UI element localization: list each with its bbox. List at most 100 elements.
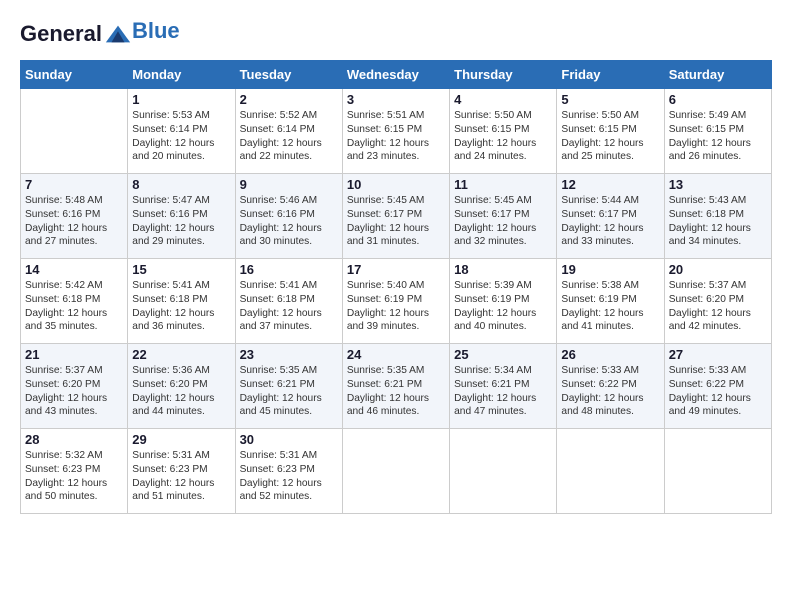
day-header-tuesday: Tuesday xyxy=(235,61,342,89)
calendar-cell: 7 Sunrise: 5:48 AM Sunset: 6:16 PM Daylig… xyxy=(21,174,128,259)
day-info: Sunrise: 5:51 AM Sunset: 6:15 PM Dayligh… xyxy=(347,109,445,164)
day-number: 14 xyxy=(25,262,123,277)
day-number: 27 xyxy=(669,347,767,362)
calendar-cell: 16 Sunrise: 5:41 AM Sunset: 6:18 PM Dayli… xyxy=(235,259,342,344)
day-header-wednesday: Wednesday xyxy=(342,61,449,89)
day-number: 8 xyxy=(132,177,230,192)
logo-icon xyxy=(104,20,132,48)
page: General Blue SundayMondayTuesdayWednesda… xyxy=(0,0,792,612)
logo: General Blue xyxy=(20,20,180,48)
day-info: Sunrise: 5:37 AM Sunset: 6:20 PM Dayligh… xyxy=(25,364,123,419)
day-info: Sunrise: 5:53 AM Sunset: 6:14 PM Dayligh… xyxy=(132,109,230,164)
day-info: Sunrise: 5:36 AM Sunset: 6:20 PM Dayligh… xyxy=(132,364,230,419)
day-info: Sunrise: 5:35 AM Sunset: 6:21 PM Dayligh… xyxy=(347,364,445,419)
week-row-1: 1 Sunrise: 5:53 AM Sunset: 6:14 PM Daylig… xyxy=(21,89,772,174)
calendar-cell: 23Sunrise: 5:35 AM Sunset: 6:21 PM Dayli… xyxy=(235,344,342,429)
calendar-cell: 18 Sunrise: 5:39 AM Sunset: 6:19 PM Dayli… xyxy=(450,259,557,344)
day-info: Sunrise: 5:50 AM Sunset: 6:15 PM Dayligh… xyxy=(454,109,552,164)
day-number: 19 xyxy=(561,262,659,277)
day-info: Sunrise: 5:49 AM Sunset: 6:15 PM Dayligh… xyxy=(669,109,767,164)
day-info: Sunrise: 5:45 AM Sunset: 6:17 PM Dayligh… xyxy=(454,194,552,249)
day-info: Sunrise: 5:33 AM Sunset: 6:22 PM Dayligh… xyxy=(561,364,659,419)
day-info: Sunrise: 5:33 AM Sunset: 6:22 PM Dayligh… xyxy=(669,364,767,419)
day-number: 24 xyxy=(347,347,445,362)
day-number: 6 xyxy=(669,92,767,107)
calendar-cell: 15 Sunrise: 5:41 AM Sunset: 6:18 PM Dayli… xyxy=(128,259,235,344)
calendar-cell: 8 Sunrise: 5:47 AM Sunset: 6:16 PM Daylig… xyxy=(128,174,235,259)
day-number: 21 xyxy=(25,347,123,362)
day-number: 29 xyxy=(132,432,230,447)
calendar-cell: 27 Sunrise: 5:33 AM Sunset: 6:22 PM Dayli… xyxy=(664,344,771,429)
calendar-cell: 29 Sunrise: 5:31 AM Sunset: 6:23 PM Dayli… xyxy=(128,429,235,514)
week-row-3: 14 Sunrise: 5:42 AM Sunset: 6:18 PM Dayli… xyxy=(21,259,772,344)
day-info: Sunrise: 5:50 AM Sunset: 6:15 PM Dayligh… xyxy=(561,109,659,164)
day-number: 17 xyxy=(347,262,445,277)
day-info: Sunrise: 5:31 AM Sunset: 6:23 PM Dayligh… xyxy=(240,449,338,504)
day-number: 12 xyxy=(561,177,659,192)
day-number: 9 xyxy=(240,177,338,192)
day-info: Sunrise: 5:44 AM Sunset: 6:17 PM Dayligh… xyxy=(561,194,659,249)
day-number: 1 xyxy=(132,92,230,107)
calendar-cell: 20 Sunrise: 5:37 AM Sunset: 6:20 PM Dayli… xyxy=(664,259,771,344)
calendar-cell: 13Sunrise: 5:43 AM Sunset: 6:18 PM Dayli… xyxy=(664,174,771,259)
calendar-cell: 6 Sunrise: 5:49 AM Sunset: 6:15 PM Daylig… xyxy=(664,89,771,174)
day-header-thursday: Thursday xyxy=(450,61,557,89)
day-number: 16 xyxy=(240,262,338,277)
day-info: Sunrise: 5:31 AM Sunset: 6:23 PM Dayligh… xyxy=(132,449,230,504)
calendar-cell: 25 Sunrise: 5:34 AM Sunset: 6:21 PM Dayli… xyxy=(450,344,557,429)
day-number: 7 xyxy=(25,177,123,192)
calendar-cell xyxy=(342,429,449,514)
calendar-cell: 19 Sunrise: 5:38 AM Sunset: 6:19 PM Dayli… xyxy=(557,259,664,344)
day-info: Sunrise: 5:39 AM Sunset: 6:19 PM Dayligh… xyxy=(454,279,552,334)
calendar-cell xyxy=(450,429,557,514)
day-number: 11 xyxy=(454,177,552,192)
day-number: 4 xyxy=(454,92,552,107)
day-info: Sunrise: 5:48 AM Sunset: 6:16 PM Dayligh… xyxy=(25,194,123,249)
calendar-cell xyxy=(557,429,664,514)
day-header-saturday: Saturday xyxy=(664,61,771,89)
calendar-cell: 10Sunrise: 5:45 AM Sunset: 6:17 PM Dayli… xyxy=(342,174,449,259)
calendar-table: SundayMondayTuesdayWednesdayThursdayFrid… xyxy=(20,60,772,514)
calendar-cell: 17 Sunrise: 5:40 AM Sunset: 6:19 PM Dayli… xyxy=(342,259,449,344)
calendar-cell xyxy=(664,429,771,514)
day-number: 5 xyxy=(561,92,659,107)
day-info: Sunrise: 5:40 AM Sunset: 6:19 PM Dayligh… xyxy=(347,279,445,334)
day-number: 22 xyxy=(132,347,230,362)
day-header-sunday: Sunday xyxy=(21,61,128,89)
day-info: Sunrise: 5:35 AM Sunset: 6:21 PM Dayligh… xyxy=(240,364,338,419)
week-row-5: 28Sunrise: 5:32 AM Sunset: 6:23 PM Dayli… xyxy=(21,429,772,514)
calendar-cell: 3 Sunrise: 5:51 AM Sunset: 6:15 PM Daylig… xyxy=(342,89,449,174)
day-info: Sunrise: 5:32 AM Sunset: 6:23 PM Dayligh… xyxy=(25,449,123,504)
day-info: Sunrise: 5:52 AM Sunset: 6:14 PM Dayligh… xyxy=(240,109,338,164)
calendar-cell: 1 Sunrise: 5:53 AM Sunset: 6:14 PM Daylig… xyxy=(128,89,235,174)
day-number: 3 xyxy=(347,92,445,107)
calendar-cell: 5 Sunrise: 5:50 AM Sunset: 6:15 PM Daylig… xyxy=(557,89,664,174)
day-number: 26 xyxy=(561,347,659,362)
calendar-cell: 2 Sunrise: 5:52 AM Sunset: 6:14 PM Daylig… xyxy=(235,89,342,174)
day-info: Sunrise: 5:45 AM Sunset: 6:17 PM Dayligh… xyxy=(347,194,445,249)
day-info: Sunrise: 5:34 AM Sunset: 6:21 PM Dayligh… xyxy=(454,364,552,419)
day-number: 2 xyxy=(240,92,338,107)
week-row-4: 21 Sunrise: 5:37 AM Sunset: 6:20 PM Dayli… xyxy=(21,344,772,429)
day-info: Sunrise: 5:41 AM Sunset: 6:18 PM Dayligh… xyxy=(240,279,338,334)
week-row-2: 7 Sunrise: 5:48 AM Sunset: 6:16 PM Daylig… xyxy=(21,174,772,259)
calendar-cell: 26 Sunrise: 5:33 AM Sunset: 6:22 PM Dayli… xyxy=(557,344,664,429)
day-header-monday: Monday xyxy=(128,61,235,89)
day-info: Sunrise: 5:42 AM Sunset: 6:18 PM Dayligh… xyxy=(25,279,123,334)
day-number: 13 xyxy=(669,177,767,192)
header: General Blue xyxy=(20,20,772,48)
day-number: 15 xyxy=(132,262,230,277)
day-number: 20 xyxy=(669,262,767,277)
day-number: 18 xyxy=(454,262,552,277)
calendar-cell: 21 Sunrise: 5:37 AM Sunset: 6:20 PM Dayli… xyxy=(21,344,128,429)
calendar-cell: 4 Sunrise: 5:50 AM Sunset: 6:15 PM Daylig… xyxy=(450,89,557,174)
calendar-cell xyxy=(21,89,128,174)
calendar-cell: 11 Sunrise: 5:45 AM Sunset: 6:17 PM Dayli… xyxy=(450,174,557,259)
day-info: Sunrise: 5:38 AM Sunset: 6:19 PM Dayligh… xyxy=(561,279,659,334)
calendar-cell: 30Sunrise: 5:31 AM Sunset: 6:23 PM Dayli… xyxy=(235,429,342,514)
day-info: Sunrise: 5:47 AM Sunset: 6:16 PM Dayligh… xyxy=(132,194,230,249)
day-info: Sunrise: 5:41 AM Sunset: 6:18 PM Dayligh… xyxy=(132,279,230,334)
day-number: 25 xyxy=(454,347,552,362)
day-info: Sunrise: 5:37 AM Sunset: 6:20 PM Dayligh… xyxy=(669,279,767,334)
day-info: Sunrise: 5:46 AM Sunset: 6:16 PM Dayligh… xyxy=(240,194,338,249)
